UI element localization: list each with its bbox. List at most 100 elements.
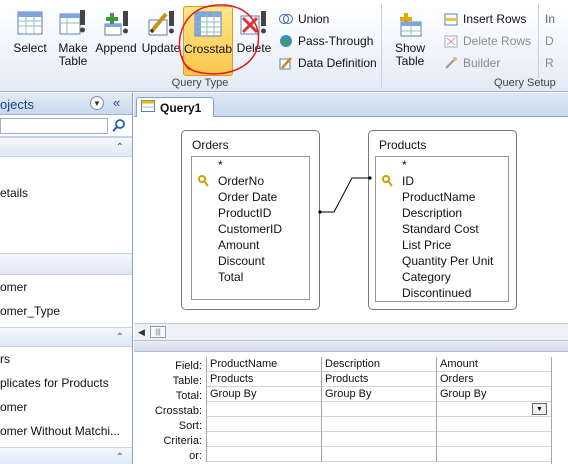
grid-cell-or[interactable] xyxy=(322,447,436,462)
nav-group-header[interactable]: ⌃ xyxy=(0,327,132,347)
insert-columns-button-partial[interactable]: In xyxy=(545,10,555,28)
query1-tab-label: Query1 xyxy=(160,100,202,115)
grid-cell-field[interactable]: Description xyxy=(322,357,436,372)
nav-item[interactable] xyxy=(0,229,132,253)
collapse-chevron-icon: ⌃ xyxy=(115,142,124,153)
data-definition-icon xyxy=(279,56,293,70)
grid-column-3: Amount Orders Group By ▼ xyxy=(436,357,551,462)
nav-item[interactable]: omer xyxy=(0,395,132,419)
query-icon xyxy=(141,100,155,115)
grid-cell-total[interactable]: Group By xyxy=(207,387,321,402)
nav-item[interactable]: omer_Type xyxy=(0,299,132,323)
grid-cell-crosstab[interactable] xyxy=(207,402,321,417)
grid-cell-crosstab[interactable]: ▼ xyxy=(437,402,551,417)
nav-menu-dropdown-icon[interactable]: ▼ xyxy=(90,96,104,110)
pane-splitter[interactable] xyxy=(134,340,568,352)
grid-cell-criteria[interactable] xyxy=(437,432,551,447)
scrollbar-thumb[interactable]: ||| xyxy=(150,326,166,338)
insert-rows-button[interactable]: Insert Rows xyxy=(444,10,526,28)
grid-cell-or[interactable] xyxy=(437,447,551,462)
show-table-label: Show Table xyxy=(394,41,426,68)
upper-horizontal-scrollbar[interactable]: ◀ ||| xyxy=(134,323,568,340)
row-label-field: Field: xyxy=(175,360,202,372)
nav-item[interactable] xyxy=(0,205,132,229)
query1-tab[interactable]: Query1 xyxy=(136,97,214,117)
nav-item[interactable]: etails xyxy=(0,181,132,205)
select-label: Select xyxy=(13,41,47,55)
builder-wand-icon xyxy=(444,56,458,70)
make-table-button[interactable]: Make Table xyxy=(55,8,91,68)
grid-cell-or[interactable] xyxy=(207,447,321,462)
crosstab-dropdown-arrow-icon[interactable]: ▼ xyxy=(532,403,547,415)
grid-cell-sort[interactable] xyxy=(437,417,551,432)
design-grid: Field: Table: Total: Crosstab: Sort: Cri… xyxy=(134,353,568,464)
scroll-left-arrow-icon[interactable]: ◀ xyxy=(138,327,145,338)
search-icon[interactable] xyxy=(112,118,126,135)
delete-rows-button[interactable]: Delete Rows xyxy=(444,32,531,50)
data-definition-button[interactable]: Data Definition xyxy=(279,54,377,72)
row-label-table: Table: xyxy=(172,375,202,387)
nav-group-header[interactable]: ⌃ xyxy=(0,447,132,464)
append-button[interactable]: Append xyxy=(94,8,138,55)
union-button[interactable]: Union xyxy=(279,10,329,28)
grid-cell-crosstab[interactable] xyxy=(322,402,436,417)
nav-search-input[interactable] xyxy=(0,118,108,134)
grid-cell-sort[interactable] xyxy=(207,417,321,432)
builder-label: Builder xyxy=(463,56,501,70)
grid-column-2: Description Products Group By xyxy=(321,357,436,462)
ribbon-separator xyxy=(381,4,382,88)
query-setup-group-label: Query Setup xyxy=(494,77,556,89)
make-table-icon xyxy=(58,8,88,38)
nav-pane-title: ojects xyxy=(0,97,34,112)
nav-group-header[interactable] xyxy=(0,253,132,275)
navigation-pane: ojects ▼ « ⌃ etails omer omer_Type ⌃ rs … xyxy=(0,93,133,464)
nav-item[interactable] xyxy=(0,157,132,181)
row-label-or: or: xyxy=(189,450,202,462)
grid-cell-field[interactable]: Amount xyxy=(437,357,551,372)
make-table-label: Make Table xyxy=(58,41,88,68)
grid-cell-total[interactable]: Group By xyxy=(437,387,551,402)
nav-item[interactable]: omer xyxy=(0,275,132,299)
grid-cell-total[interactable]: Group By xyxy=(322,387,436,402)
collapse-chevron-icon: ⌃ xyxy=(115,332,124,343)
grid-column-4 xyxy=(551,357,568,464)
data-definition-label: Data Definition xyxy=(298,56,377,70)
grid-cell-field[interactable]: ProductName xyxy=(207,357,321,372)
select-button[interactable]: Select xyxy=(10,8,50,55)
document-tab-bar: Query1 xyxy=(134,93,568,117)
show-table-button[interactable]: Show Table xyxy=(389,8,431,68)
append-icon xyxy=(101,8,131,38)
join-line[interactable] xyxy=(134,118,568,323)
ribbon: Select Make Table Append Update Crosstab… xyxy=(0,0,568,92)
insert-rows-icon xyxy=(444,12,458,26)
pass-through-button[interactable]: Pass-Through xyxy=(279,32,373,50)
grid-cell-table[interactable]: Orders xyxy=(437,372,551,387)
nav-pane-header[interactable]: ojects ▼ « xyxy=(0,93,132,115)
delete-rows-label: Delete Rows xyxy=(463,34,532,48)
row-label-crosstab: Crosstab: xyxy=(154,405,202,417)
nav-item[interactable]: rs xyxy=(0,347,132,371)
union-label: Union xyxy=(298,12,330,26)
grid-cell-criteria[interactable] xyxy=(322,432,436,447)
pass-through-label: Pass-Through xyxy=(298,34,374,48)
show-table-icon xyxy=(395,8,425,38)
nav-search-bar xyxy=(0,115,132,137)
insert-rows-label: Insert Rows xyxy=(463,12,527,26)
delete-columns-button-partial[interactable]: D xyxy=(545,32,554,50)
nav-group-header[interactable]: ⌃ xyxy=(0,137,132,157)
shutter-bar-collapse-icon[interactable]: « xyxy=(113,95,120,110)
nav-item[interactable]: omer Without Matchi... xyxy=(0,419,132,443)
return-button-partial[interactable]: R xyxy=(545,54,554,72)
grid-cell-criteria[interactable] xyxy=(207,432,321,447)
nav-item[interactable]: plicates for Products xyxy=(0,371,132,395)
builder-button[interactable]: Builder xyxy=(444,54,500,72)
grid-cell-sort[interactable] xyxy=(322,417,436,432)
ribbon-separator xyxy=(538,4,539,78)
delete-rows-icon xyxy=(444,34,458,48)
query-design-upper-pane: Orders * OrderNo Order Date ProductID Cu… xyxy=(134,118,568,323)
row-label-total: Total: xyxy=(175,390,202,402)
grid-cell-table[interactable]: Products xyxy=(322,372,436,387)
union-icon xyxy=(279,12,293,26)
grid-cell-table[interactable]: Products xyxy=(207,372,321,387)
row-label-criteria: Criteria: xyxy=(163,435,202,447)
